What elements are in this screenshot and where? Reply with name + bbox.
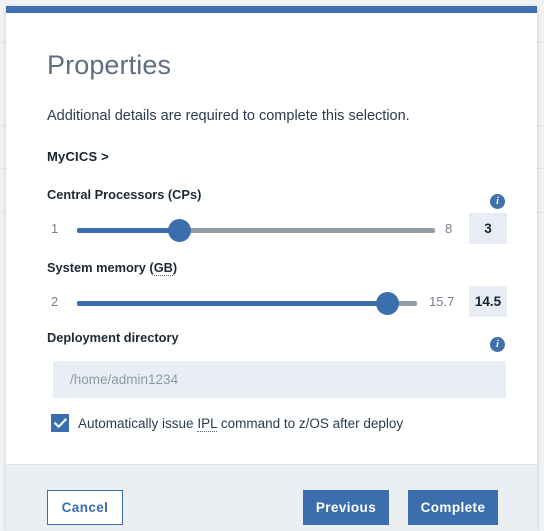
deployment-directory-info-icon[interactable]: i (490, 337, 505, 352)
cps-value-box[interactable]: 3 (469, 213, 507, 244)
memory-slider-thumb[interactable] (376, 292, 400, 315)
memory-label-tail: ) (172, 260, 178, 275)
complete-button[interactable]: Complete (408, 490, 498, 525)
auto-ipl-checkbox[interactable] (51, 414, 69, 432)
deployment-directory-label: Deployment directory (47, 330, 179, 345)
memory-label: System memory (GB) (47, 260, 178, 276)
check-icon (53, 417, 67, 428)
memory-label-text: System memory ( (47, 260, 154, 275)
auto-ipl-label: Automatically issue IPL command to z/OS … (78, 415, 404, 432)
memory-track-fill (77, 301, 388, 306)
memory-slider-max-label: 15.7 (429, 294, 455, 309)
auto-ipl-label-after: command to z/OS after deploy (217, 415, 404, 431)
properties-dialog: ✕ Properties Additional details are requ… (6, 6, 537, 531)
memory-value-box[interactable]: 14.5 (469, 286, 507, 317)
memory-label-abbr: GB (153, 260, 173, 276)
memory-slider-track[interactable] (77, 292, 417, 315)
auto-ipl-row: Automatically issue IPL command to z/OS … (51, 414, 403, 432)
dialog-body: Properties Additional details are requir… (6, 13, 537, 464)
cps-slider-min-label: 1 (51, 221, 59, 236)
cps-label: Central Processors (CPs) (47, 187, 202, 202)
dialog-accent-bar (6, 6, 537, 13)
previous-button[interactable]: Previous (303, 490, 389, 525)
cps-info-icon[interactable]: i (490, 194, 505, 209)
info-glyph: i (496, 196, 499, 207)
info-glyph: i (496, 339, 499, 350)
dialog-footer: Cancel Previous Complete (6, 464, 537, 531)
breadcrumb[interactable]: MyCICS > (47, 149, 109, 164)
page-title: Properties (47, 50, 172, 80)
cps-slider-track[interactable] (77, 219, 435, 242)
deployment-directory-input[interactable] (53, 361, 506, 398)
cps-slider-thumb[interactable] (168, 219, 192, 242)
memory-slider-row: 2 15.7 14.5 (47, 286, 509, 318)
auto-ipl-label-before: Automatically issue (78, 415, 198, 431)
cancel-button[interactable]: Cancel (47, 490, 123, 525)
memory-slider-min-label: 2 (51, 294, 59, 309)
auto-ipl-label-abbr: IPL (197, 415, 218, 432)
cps-slider-row: 1 8 3 (47, 213, 509, 245)
cps-track-fill (77, 228, 180, 233)
dialog-subtitle: Additional details are required to compl… (47, 108, 410, 124)
cps-slider-max-label: 8 (445, 221, 453, 236)
